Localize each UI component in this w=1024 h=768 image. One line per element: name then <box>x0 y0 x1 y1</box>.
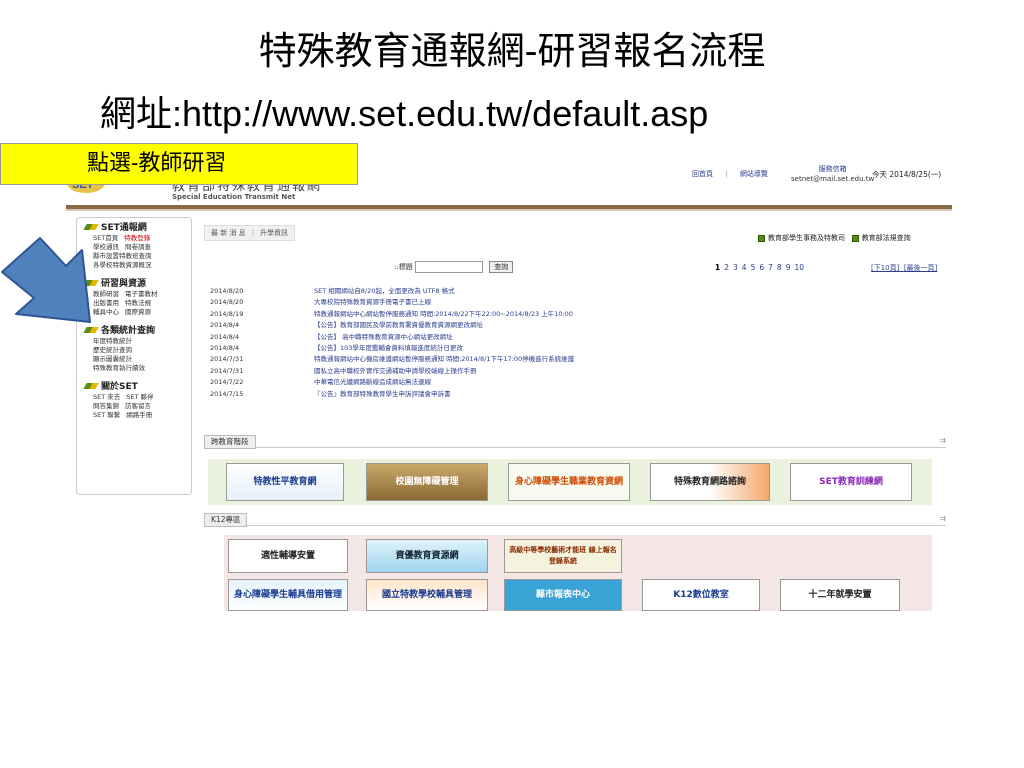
list-item[interactable]: 2014/7/15 『公告』教育部特殊教育學生申訴評議會申訴書 <box>210 389 930 400</box>
service-mailbox[interactable]: 服務信箱 setnet@mail.set.edu.tw <box>791 164 874 184</box>
news-tabs: 最 新 消 息 | 升學資訊 <box>204 225 296 241</box>
sidebar-item-register[interactable]: 特教登錄 <box>124 234 150 242</box>
page-6[interactable]: 6 <box>759 263 764 272</box>
banner-aids-borrow[interactable]: 身心障礙學生輔具借用管理 <box>228 579 348 611</box>
k12-banners: 適性輔導安置 資優教育資源網 高級中等學校藝術才能班 線上報名 登錄系統 身心障… <box>224 535 932 611</box>
pager-links: [下10頁] [最後一頁] <box>871 263 937 273</box>
square-bullet-icon <box>851 234 859 242</box>
sidebar-item-partners[interactable]: SET 夥伴 <box>126 393 153 401</box>
news-list: 2014/8/20 SET 相關網站自8/20起，全面更改為 UTF8 格式 20… <box>210 286 930 400</box>
tab-study-info[interactable]: 升學資訊 <box>260 229 288 237</box>
list-item[interactable]: 2014/8/4 【公告】103學年度鑑輔會資料填報進度統計日更改 <box>210 343 930 354</box>
square-bullet-icon <box>758 234 765 242</box>
sidebar-item-survey[interactable]: 問卷調查 <box>125 243 151 251</box>
pointer-arrow-icon <box>1 237 91 323</box>
list-item[interactable]: 2014/7/31 特教通報網站中心機房維護網站暫停服務通知 時間:2014/8/… <box>210 354 930 365</box>
section-bars-icon <box>83 383 99 389</box>
sidebar-item-manual[interactable]: 網路手冊 <box>126 411 152 419</box>
tab-latest-news[interactable]: 最 新 消 息 <box>211 229 246 237</box>
k12-title: K12專區 <box>204 513 248 527</box>
sidebar-item-history-stats[interactable]: 歷史統計查詢 <box>85 346 191 355</box>
subtitle-prefix: 網址 <box>100 94 173 135</box>
sidebar-item-chart-stats[interactable]: 顯示圖囊統計 <box>85 355 191 364</box>
website-screenshot: SET 教育部特殊教育通報網 Special Education Transmi… <box>66 145 952 613</box>
slide-subtitle: 網址:http://www.set.edu.tw/default.asp <box>100 90 1000 139</box>
page-10[interactable]: 10 <box>794 263 804 272</box>
banner-gifted[interactable]: 資優教育資源網 <box>366 539 488 573</box>
search-input[interactable] <box>414 261 483 273</box>
pagination: 1 2 3 4 5 6 7 8 9 10 <box>715 263 808 272</box>
sidebar-item-guestbook[interactable]: 訪客留言 <box>125 402 151 410</box>
page-4[interactable]: 4 <box>742 263 747 272</box>
ministry-links: 教育部學生事務及特教司 教育部法規查詢 <box>758 233 911 243</box>
ministry-link[interactable]: 教育部學生事務及特教司 <box>768 234 845 242</box>
cross-stage-title: 跨教育階段 <box>204 435 256 449</box>
banner-placement[interactable]: 適性輔導安置 <box>228 539 348 573</box>
sidebar-item-intl-resources[interactable]: 國際資源 <box>125 308 151 316</box>
slide-title: 特殊教育通報網-研習報名流程 <box>258 29 766 73</box>
nav-separator: | <box>725 170 728 178</box>
banner-barrier-free[interactable]: 校園無障礙管理 <box>366 463 488 501</box>
page-3[interactable]: 3 <box>733 263 738 272</box>
k12-header: K12專區 ⇉ <box>204 513 946 527</box>
cross-stage-banners: 特教性平教育網 校園無障礙管理 身心障礙學生職業教育資網 特殊教育網路諮詢 SE… <box>208 459 932 505</box>
list-item[interactable]: 2014/8/19 特教通報網站中心網站暫停服務通知 時間:2014/8/22下午… <box>210 309 930 320</box>
today-date: 今天 2014/8/25(一) <box>872 170 942 179</box>
search-button[interactable]: 查詢 <box>489 261 514 273</box>
home-link[interactable]: 回首頁 <box>692 170 713 178</box>
sidebar-about-title: 關於SET <box>83 381 191 393</box>
page-7[interactable]: 7 <box>768 263 773 272</box>
title-search: ::標題 查詢 <box>394 261 514 273</box>
page-5[interactable]: 5 <box>751 263 756 272</box>
list-item[interactable]: 2014/7/31 國私立高中職校外實作交通補助申請學校端線上操作手冊 <box>210 366 930 377</box>
sitemap-link[interactable]: 網站導覽 <box>740 170 768 178</box>
list-item[interactable]: 2014/8/4 【公告】教育部國民及學前教育署資優教育資源網更改網址 <box>210 320 930 331</box>
service-email: setnet@mail.set.edu.tw <box>791 175 875 183</box>
list-item[interactable]: 2014/7/22 中華電信光纖網路斷線造成網站無法連線 <box>210 377 930 388</box>
banner-aids-manage[interactable]: 國立特教學校輔具管理 <box>366 579 488 611</box>
sidebar-about-section: 關於SET SET 來去 SET 夥伴 問答集錦 訪客留言 SET 聯繫 網路手冊 <box>77 381 191 420</box>
law-query-link[interactable]: 教育部法規查詢 <box>862 234 911 242</box>
section-marker-icon: ⇉ <box>939 436 946 445</box>
banner-report-center[interactable]: 縣市報表中心 <box>504 579 622 611</box>
service-title: 服務信箱 <box>818 165 847 173</box>
banner-consult[interactable]: 特殊教育網路諮詢 <box>650 463 770 501</box>
section-marker-icon: ⇉ <box>939 514 946 523</box>
page-2[interactable]: 2 <box>724 263 729 272</box>
sidebar-item-faq[interactable]: 問答集錦 <box>93 402 119 410</box>
sidebar-item-set-intro[interactable]: SET 來去 <box>93 393 120 401</box>
banner-training-net[interactable]: SET教育訓練網 <box>790 463 912 501</box>
cross-stage-header: 跨教育階段 ⇉ <box>204 435 946 449</box>
page-8[interactable]: 8 <box>777 263 782 272</box>
last-page-link[interactable]: [最後一頁] <box>904 264 937 272</box>
header-divider-light <box>66 209 952 211</box>
sidebar-item-performance[interactable]: 特殊教育執行績效 <box>85 364 191 373</box>
sidebar-item-contact[interactable]: SET 聯繫 <box>93 411 120 419</box>
banner-gender-equity[interactable]: 特教性平教育網 <box>226 463 344 501</box>
header-nav: 回首頁 | 網站導覽 <box>692 169 768 179</box>
banner-vocational[interactable]: 身心障礙學生職業教育資網 <box>508 463 630 501</box>
banner-12yr-placement[interactable]: 十二年就學安置 <box>780 579 900 611</box>
list-item[interactable]: 2014/8/20 SET 相關網站自8/20起，全面更改為 UTF8 格式 <box>210 286 930 297</box>
site-name-en: Special Education Transmit Net <box>172 193 296 201</box>
banner-arts-class[interactable]: 高級中等學校藝術才能班 線上報名 登錄系統 <box>504 539 622 573</box>
page-9[interactable]: 9 <box>786 263 791 272</box>
next-10-link[interactable]: [下10頁] <box>871 264 899 272</box>
sidebar-item-laws[interactable]: 特教法規 <box>125 299 151 307</box>
page-1[interactable]: 1 <box>715 263 720 272</box>
search-label: ::標題 <box>394 263 413 271</box>
list-item[interactable]: 2014/8/20 大專校院特殊教育資源手冊電子書已上線 <box>210 297 930 308</box>
list-item[interactable]: 2014/8/4 【公告】 高中職特殊教育資源中心網站更改網址 <box>210 332 930 343</box>
banner-k12-digital[interactable]: K12數位教室 <box>642 579 760 611</box>
subtitle-url[interactable]: :http://www.set.edu.tw/default.asp <box>172 93 708 134</box>
sidebar-item-ebook[interactable]: 電子書教材 <box>125 290 158 298</box>
callout-label: 點選-教師研習 <box>0 143 358 185</box>
